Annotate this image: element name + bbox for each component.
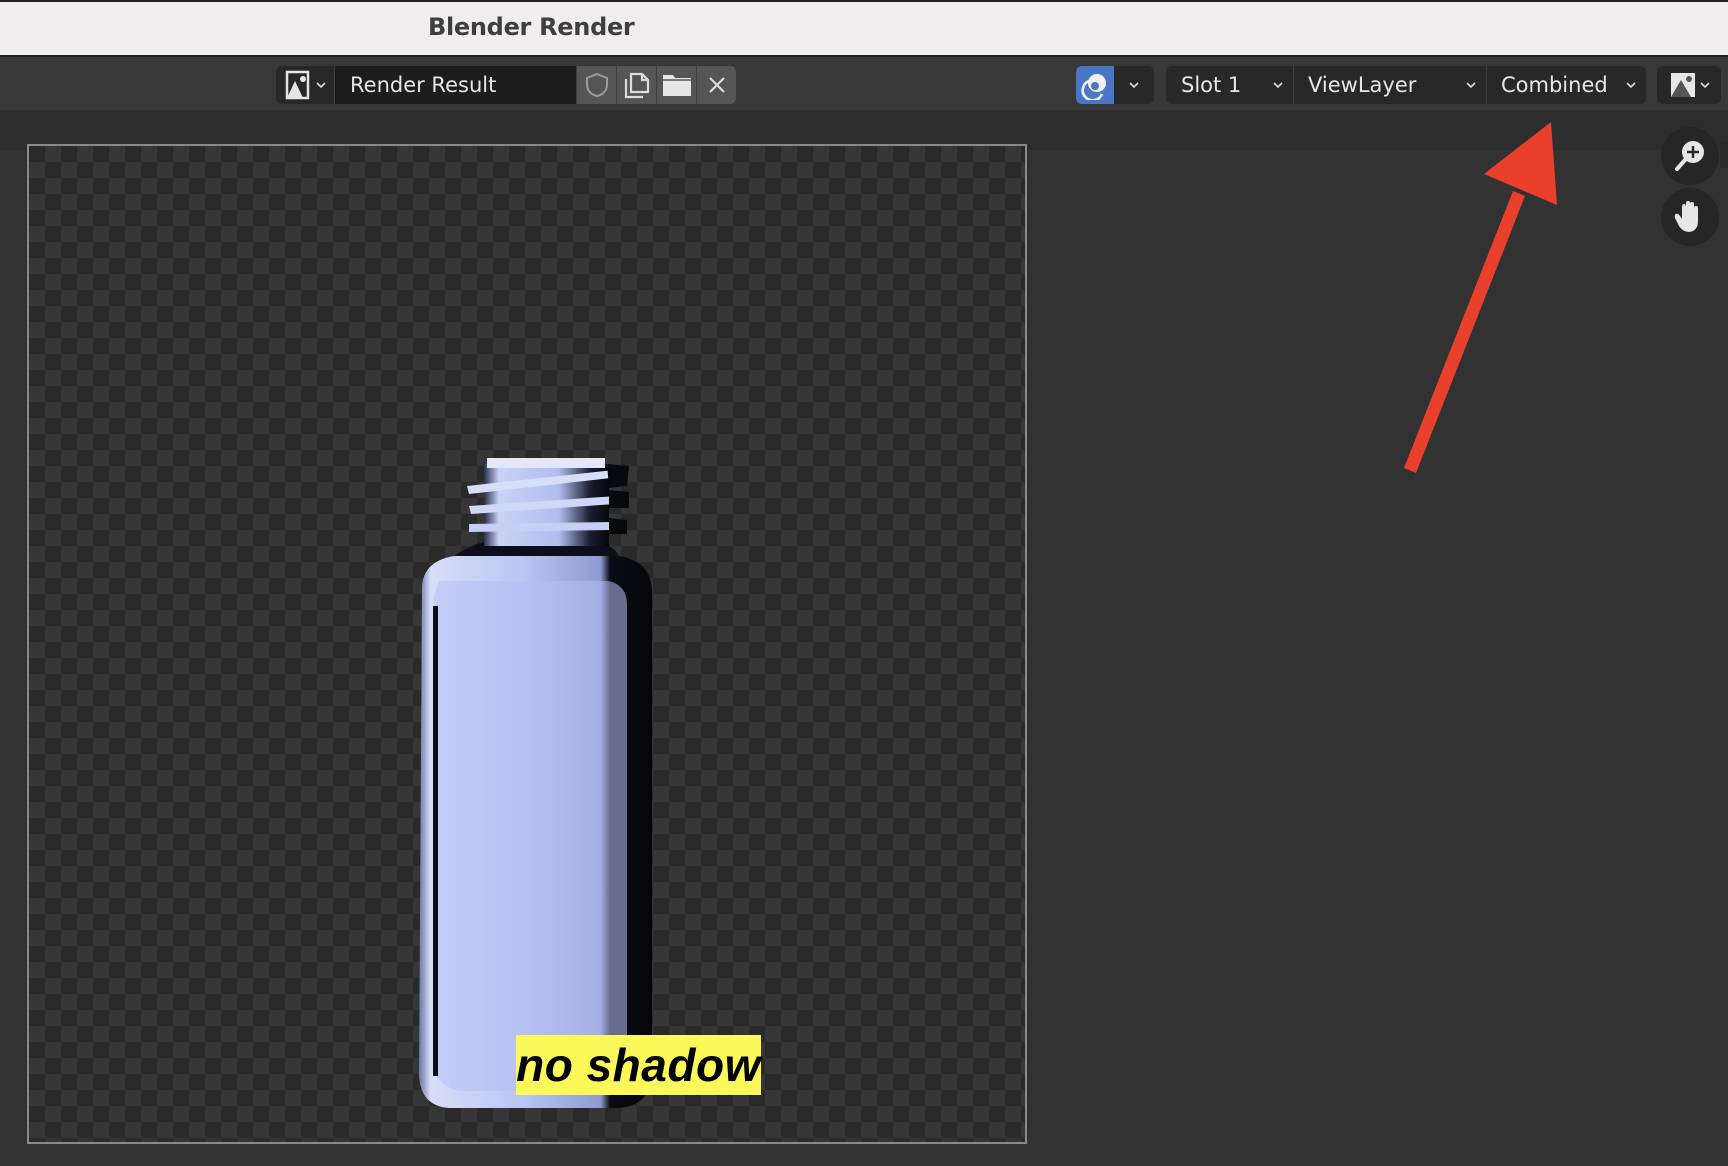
view-layer-dropdown[interactable]: ViewLayer <box>1293 66 1486 104</box>
display-channels-icon <box>1670 73 1695 97</box>
pin-dropdown-button[interactable] <box>1114 66 1154 104</box>
window-title: Blender Render <box>428 13 635 41</box>
render-slot-pin-group <box>1076 66 1154 104</box>
display-channels-group <box>1657 66 1721 104</box>
chevron-down-icon <box>1129 82 1139 89</box>
fake-user-button[interactable] <box>576 66 616 104</box>
title-bar: Blender Render <box>0 0 1728 57</box>
shield-icon <box>585 72 608 98</box>
view-layer-value: ViewLayer <box>1308 73 1417 97</box>
render-pass-dropdown[interactable]: Combined <box>1486 66 1646 104</box>
render-caption-label: no shadow <box>516 1035 761 1095</box>
bottle-render <box>419 458 652 1108</box>
pin-render-button[interactable] <box>1076 66 1114 104</box>
zoom-in-icon <box>1675 141 1704 171</box>
zoom-tool-button[interactable] <box>1661 127 1719 185</box>
chevron-down-icon <box>1466 82 1476 89</box>
render-pass-value: Combined <box>1501 73 1608 97</box>
render-caption-text: no shadow <box>516 1039 761 1091</box>
chevron-down-icon <box>1699 82 1710 89</box>
render-layer-selectors: Slot 1 ViewLayer Combined <box>1166 66 1646 104</box>
image-icon <box>285 70 310 100</box>
folder-icon <box>662 75 691 96</box>
render-result-image: no shadow <box>27 144 1027 1144</box>
duplicate-icon <box>624 72 649 99</box>
render-pin-icon <box>1081 74 1106 100</box>
hand-icon <box>1674 201 1698 232</box>
unlink-image-button[interactable] <box>696 66 736 104</box>
sidebar-toggle-tab[interactable] <box>1720 142 1728 168</box>
chevron-down-icon <box>316 82 326 89</box>
new-image-button[interactable] <box>616 66 656 104</box>
chevron-down-icon <box>1273 82 1283 89</box>
image-name: Render Result <box>350 73 497 97</box>
image-name-field[interactable]: Render Result <box>334 66 576 104</box>
open-image-button[interactable] <box>656 66 696 104</box>
close-icon <box>708 77 725 93</box>
display-channels-dropdown[interactable] <box>1657 66 1721 104</box>
chevron-down-icon <box>1626 82 1636 89</box>
pan-tool-button[interactable] <box>1661 188 1719 246</box>
browse-image-button[interactable] <box>276 66 334 104</box>
slot-dropdown[interactable]: Slot 1 <box>1166 66 1293 104</box>
image-datablock-selector: Render Result <box>276 66 736 104</box>
slot-value: Slot 1 <box>1181 73 1242 97</box>
